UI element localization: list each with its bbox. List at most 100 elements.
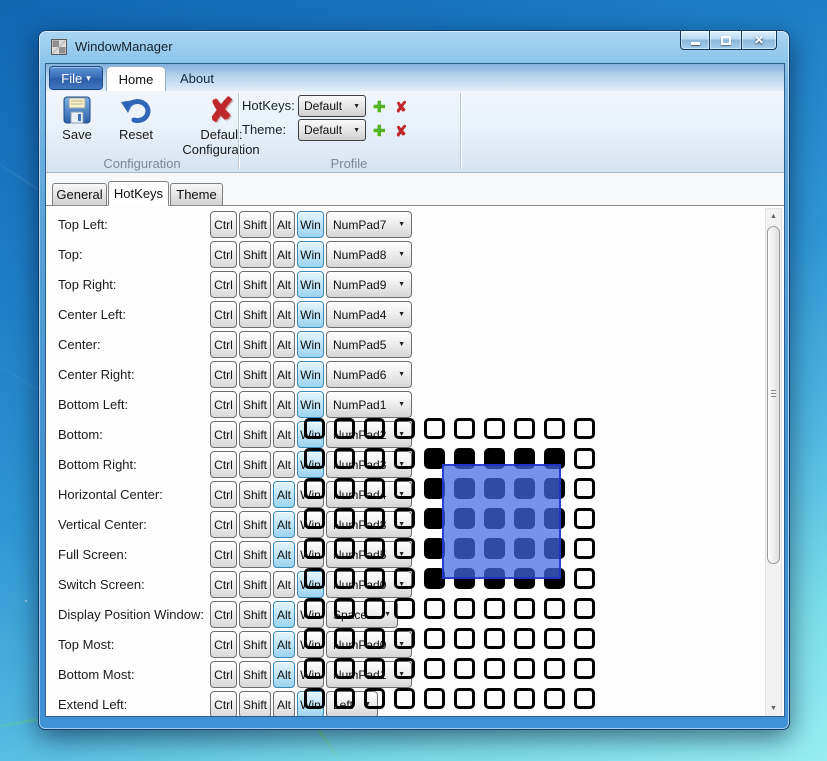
modifier-win-button[interactable]: Win [297,421,324,448]
modifier-shift-button[interactable]: Shift [239,691,271,716]
hotkey-key-combobox[interactable]: NumPad5 ▼ [326,541,412,568]
tab-hotkeys[interactable]: HotKeys [108,181,169,206]
modifier-alt-button[interactable]: Alt [273,421,295,448]
tab-general[interactable]: General [52,183,107,206]
modifier-win-button[interactable]: Win [297,331,324,358]
hotkey-key-combobox[interactable]: NumPad0 ▼ [326,571,412,598]
modifier-alt-button[interactable]: Alt [273,691,295,716]
modifier-ctrl-button[interactable]: Ctrl [210,331,237,358]
modifier-alt-button[interactable]: Alt [273,391,295,418]
hotkey-key-combobox[interactable]: NumPad8 ▼ [326,241,412,268]
modifier-win-button[interactable]: Win [297,571,324,598]
close-button[interactable]: ✕ [741,31,777,50]
hotkey-key-combobox[interactable]: NumPad7 ▼ [326,211,412,238]
scroll-up-button[interactable]: ▲ [766,209,781,224]
modifier-ctrl-button[interactable]: Ctrl [210,391,237,418]
modifier-shift-button[interactable]: Shift [239,631,271,658]
modifier-alt-button[interactable]: Alt [273,511,295,538]
hotkey-key-combobox[interactable]: NumPad4 ▼ [326,481,412,508]
modifier-alt-button[interactable]: Alt [273,271,295,298]
modifier-alt-button[interactable]: Alt [273,601,295,628]
modifier-shift-button[interactable]: Shift [239,211,271,238]
modifier-shift-button[interactable]: Shift [239,391,271,418]
delete-hotkeys-profile-button[interactable]: ✘ [394,97,413,117]
add-hotkeys-profile-button[interactable]: ✚ [373,98,391,116]
vertical-scrollbar[interactable]: ▲ ▼ [765,208,782,716]
modifier-ctrl-button[interactable]: Ctrl [210,361,237,388]
modifier-win-button[interactable]: Win [297,241,324,268]
modifier-ctrl-button[interactable]: Ctrl [210,691,237,716]
modifier-ctrl-button[interactable]: Ctrl [210,541,237,568]
modifier-shift-button[interactable]: Shift [239,481,271,508]
modifier-alt-button[interactable]: Alt [273,541,295,568]
modifier-alt-button[interactable]: Alt [273,301,295,328]
titlebar[interactable]: WindowManager ✕ [47,31,781,63]
add-theme-profile-button[interactable]: ✚ [373,122,391,140]
modifier-win-button[interactable]: Win [297,271,324,298]
modifier-win-button[interactable]: Win [297,481,324,508]
ribbon-tab-home[interactable]: Home [106,66,166,91]
modifier-shift-button[interactable]: Shift [239,271,271,298]
modifier-ctrl-button[interactable]: Ctrl [210,481,237,508]
modifier-shift-button[interactable]: Shift [239,301,271,328]
modifier-shift-button[interactable]: Shift [239,571,271,598]
scrollbar-thumb[interactable] [767,226,780,564]
hotkey-key-combobox[interactable]: NumPad8 ▼ [326,511,412,538]
modifier-ctrl-button[interactable]: Ctrl [210,571,237,598]
modifier-ctrl-button[interactable]: Ctrl [210,271,237,298]
modifier-win-button[interactable]: Win [297,541,324,568]
modifier-shift-button[interactable]: Shift [239,451,271,478]
modifier-win-button[interactable]: Win [297,601,324,628]
file-menu-button[interactable]: File ▾ [49,66,103,90]
hotkey-key-combobox[interactable]: NumPad0 ▼ [326,631,412,658]
modifier-win-button[interactable]: Win [297,301,324,328]
modifier-shift-button[interactable]: Shift [239,241,271,268]
modifier-alt-button[interactable]: Alt [273,211,295,238]
modifier-win-button[interactable]: Win [297,391,324,418]
hotkeys-profile-combobox[interactable]: Default ▼ [298,95,366,117]
modifier-shift-button[interactable]: Shift [239,511,271,538]
modifier-ctrl-button[interactable]: Ctrl [210,241,237,268]
modifier-alt-button[interactable]: Alt [273,331,295,358]
modifier-ctrl-button[interactable]: Ctrl [210,211,237,238]
modifier-alt-button[interactable]: Alt [273,241,295,268]
reset-button[interactable]: Reset [112,93,160,157]
modifier-shift-button[interactable]: Shift [239,601,271,628]
hotkey-key-combobox[interactable]: NumPad6 ▼ [326,361,412,388]
modifier-shift-button[interactable]: Shift [239,661,271,688]
modifier-ctrl-button[interactable]: Ctrl [210,631,237,658]
save-button[interactable]: Save [54,93,100,157]
hotkey-key-combobox[interactable]: NumPad2 ▼ [326,421,412,448]
modifier-win-button[interactable]: Win [297,361,324,388]
hotkey-key-combobox[interactable]: Space ▼ [326,601,398,628]
modifier-win-button[interactable]: Win [297,661,324,688]
modifier-win-button[interactable]: Win [297,511,324,538]
hotkey-key-combobox[interactable]: NumPad1 ▼ [326,661,412,688]
theme-profile-combobox[interactable]: Default ▼ [298,119,366,141]
modifier-shift-button[interactable]: Shift [239,331,271,358]
modifier-win-button[interactable]: Win [297,691,324,716]
delete-theme-profile-button[interactable]: ✘ [394,121,413,141]
hotkey-key-combobox[interactable]: NumPad4 ▼ [326,301,412,328]
modifier-ctrl-button[interactable]: Ctrl [210,421,237,448]
modifier-win-button[interactable]: Win [297,211,324,238]
hotkey-key-combobox[interactable]: NumPad3 ▼ [326,451,412,478]
modifier-ctrl-button[interactable]: Ctrl [210,601,237,628]
hotkey-key-combobox[interactable]: NumPad9 ▼ [326,271,412,298]
ribbon-tab-about[interactable]: About [168,66,226,91]
modifier-ctrl-button[interactable]: Ctrl [210,301,237,328]
scroll-down-button[interactable]: ▼ [766,701,781,716]
modifier-alt-button[interactable]: Alt [273,451,295,478]
modifier-ctrl-button[interactable]: Ctrl [210,511,237,538]
modifier-shift-button[interactable]: Shift [239,541,271,568]
hotkey-key-combobox[interactable]: NumPad1 ▼ [326,391,412,418]
modifier-ctrl-button[interactable]: Ctrl [210,661,237,688]
modifier-shift-button[interactable]: Shift [239,361,271,388]
maximize-button[interactable] [710,31,741,50]
hotkey-key-combobox[interactable]: NumPad5 ▼ [326,331,412,358]
modifier-alt-button[interactable]: Alt [273,361,295,388]
modifier-shift-button[interactable]: Shift [239,421,271,448]
modifier-alt-button[interactable]: Alt [273,661,295,688]
modifier-win-button[interactable]: Win [297,631,324,658]
modifier-alt-button[interactable]: Alt [273,571,295,598]
